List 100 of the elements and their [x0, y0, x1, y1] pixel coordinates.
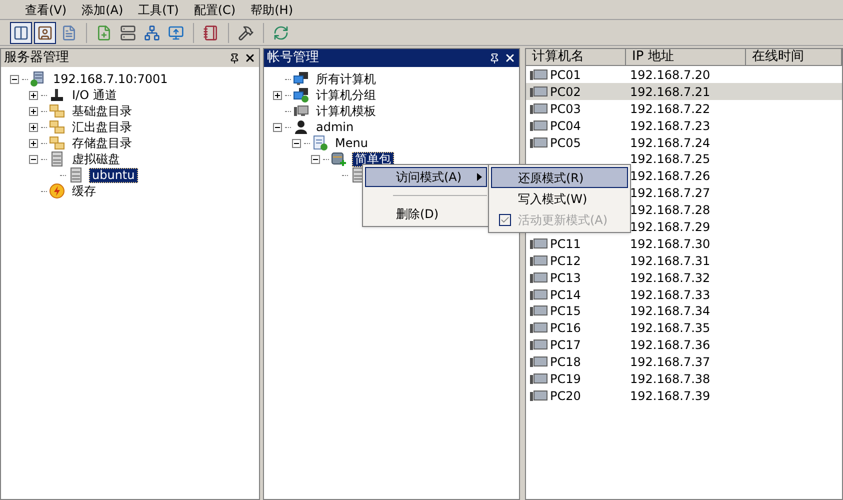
table-cell-text: 192.168.7.28	[629, 202, 712, 220]
tree-item[interactable]: I/O 通道	[70, 88, 119, 102]
document-icon	[61, 24, 77, 40]
tree-item[interactable]: Menu	[333, 136, 370, 150]
table-cell-text: PC03	[550, 100, 581, 118]
table-cell-text: 192.168.7.22	[629, 100, 712, 118]
collapse-toggle[interactable]	[10, 74, 19, 84]
document-icon	[312, 135, 328, 151]
context-menu-item[interactable]: 访问模式(A)	[365, 167, 487, 187]
submenu-item[interactable]: 还原模式(R)	[491, 167, 628, 188]
pin-icon[interactable]	[489, 52, 500, 64]
server-add-icon	[120, 24, 136, 40]
tree-item[interactable]: 汇出盘目录	[70, 120, 134, 134]
menu-bar-item[interactable]: 配置(C)	[186, 0, 243, 18]
tree-item[interactable]: 计算机分组	[314, 88, 378, 102]
server-icon	[30, 71, 46, 87]
tree-item[interactable]: admin	[314, 120, 356, 134]
computer-icon	[530, 390, 548, 402]
table-cell-text: 192.168.7.33	[629, 286, 712, 304]
notebook-icon	[203, 24, 219, 40]
menu-bar-item[interactable]: 帮助(H)	[244, 0, 300, 18]
computer-icon	[530, 339, 548, 352]
monitor-icon	[293, 103, 309, 119]
table-cell-text: 192.168.7.34	[629, 303, 712, 320]
computer-icon	[530, 373, 548, 386]
table-cell-text: PC05	[550, 134, 581, 152]
panel-title: 帐号管理	[267, 49, 320, 68]
table-cell-text: 192.168.7.26	[629, 168, 712, 186]
close-icon[interactable]	[244, 52, 256, 64]
table-cell-text: 192.168.7.27	[629, 185, 712, 202]
user-icon	[293, 119, 309, 135]
folder-icon	[49, 119, 65, 135]
expand-toggle[interactable]	[29, 90, 38, 100]
expand-toggle[interactable]	[273, 90, 282, 100]
collapse-toggle[interactable]	[29, 154, 38, 164]
tree-item[interactable]: 简单包	[352, 152, 394, 166]
pin-icon[interactable]	[229, 52, 240, 64]
table-cell-text: PC02	[550, 84, 581, 101]
user-card-icon	[37, 24, 53, 40]
submenu-arrow-icon	[477, 173, 482, 181]
computer-icon	[530, 120, 548, 132]
expand-toggle[interactable]	[29, 106, 38, 116]
refresh-icon	[273, 24, 289, 40]
tree-item[interactable]: 虚拟磁盘	[70, 152, 122, 166]
toolbar-button[interactable]	[10, 22, 32, 44]
computer-icon	[530, 272, 548, 284]
table-cell-text: PC19	[550, 371, 581, 388]
table-cell-text: PC20	[550, 388, 581, 405]
computer-icon	[530, 238, 548, 250]
table-cell-text: PC15	[550, 303, 581, 320]
table-cell-text: PC12	[550, 252, 581, 270]
menu-bar-item[interactable]: 添加(A)	[74, 0, 130, 18]
collapse-toggle[interactable]	[273, 122, 282, 132]
toolbar-button[interactable]	[34, 22, 56, 44]
table-cell-text: 192.168.7.35	[629, 320, 712, 338]
folder-icon	[49, 103, 65, 119]
table-cell-text: PC13	[550, 270, 581, 287]
table-cell-text: 192.168.7.24	[629, 134, 712, 152]
lightning-icon	[49, 183, 65, 199]
computer-icon	[530, 356, 548, 368]
table-cell-text: PC11	[550, 236, 581, 253]
tree-item[interactable]: 计算机模板	[314, 104, 378, 118]
table-cell-text: 192.168.7.38	[629, 371, 712, 388]
computer-icon	[530, 305, 548, 318]
tools-icon	[238, 24, 254, 40]
table-cell-text: 192.168.7.25	[629, 151, 712, 168]
monitors-icon	[293, 71, 309, 87]
table-cell-text: 192.168.7.32	[629, 270, 712, 287]
expand-toggle[interactable]	[29, 122, 38, 132]
plug-icon	[49, 87, 65, 103]
server-add-icon	[331, 151, 347, 167]
table-cell-text: 192.168.7.30	[629, 236, 712, 253]
collapse-toggle[interactable]	[292, 138, 301, 148]
network-icon	[144, 24, 160, 40]
tree-item[interactable]: 存储盘目录	[70, 136, 134, 150]
table-cell-text: PC17	[550, 337, 581, 354]
table-row[interactable]: PC02 192.168.7.21	[526, 82, 842, 100]
table-cell-text: 192.168.7.36	[629, 337, 712, 354]
file-add-icon	[96, 24, 112, 40]
tree-item[interactable]: 基础盘目录	[70, 104, 134, 118]
computer-icon	[530, 69, 548, 81]
panels-icon	[13, 24, 29, 40]
menu-bar-item[interactable]: 工具(T)	[131, 0, 186, 18]
table-cell-text: PC01	[550, 67, 581, 84]
table-cell-text: 192.168.7.37	[629, 354, 712, 372]
tree-item[interactable]: 缓存	[70, 184, 98, 198]
context-menu-item[interactable]: 删除(D)	[365, 204, 487, 224]
tree-item[interactable]: 192.168.7.10:7001	[51, 72, 170, 86]
monitors-icon	[293, 87, 309, 103]
expand-toggle[interactable]	[29, 138, 38, 148]
menu-bar-item[interactable]: 查看(V)	[18, 0, 74, 18]
computer-icon	[530, 254, 548, 267]
computer-icon	[530, 86, 548, 98]
tree-item[interactable]: ubuntu	[89, 168, 138, 182]
collapse-toggle[interactable]	[311, 154, 320, 164]
tree-item[interactable]: 所有计算机	[314, 72, 378, 86]
panel-title: 服务器管理	[4, 49, 70, 68]
computer-icon	[530, 102, 548, 115]
close-icon[interactable]	[504, 52, 516, 64]
computer-icon	[530, 136, 548, 149]
